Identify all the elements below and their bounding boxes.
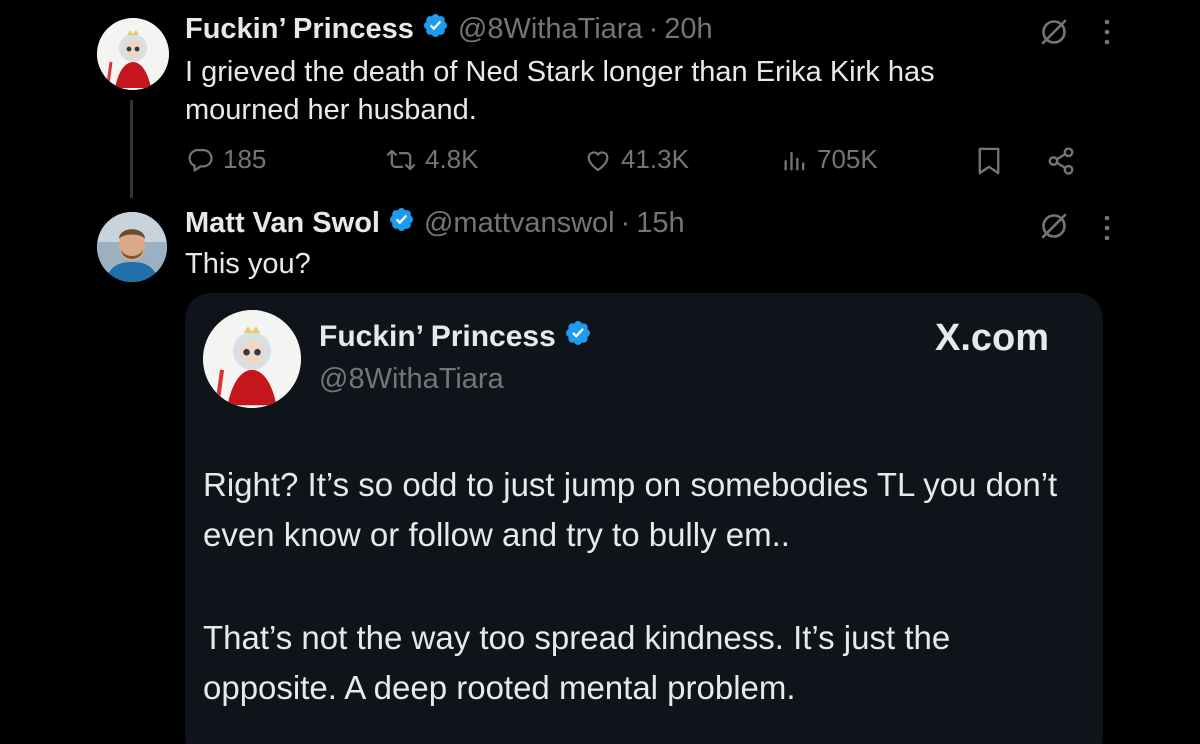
views-icon <box>784 151 805 170</box>
author-name[interactable]: Matt Van Swol <box>185 207 380 240</box>
more-icon[interactable] <box>1100 212 1114 244</box>
avatar <box>203 310 301 408</box>
separator: · <box>648 12 659 45</box>
share-icon[interactable] <box>1046 146 1076 176</box>
princess-avatar-image <box>97 18 169 90</box>
author-handle[interactable]: @mattvanswol <box>424 207 615 240</box>
post2-header: Matt Van Swol @mattvanswol · 15h <box>185 204 685 242</box>
like-count: 41.3K <box>621 144 689 174</box>
reply-count: 185 <box>223 144 267 174</box>
avatar[interactable] <box>97 18 169 90</box>
verified-icon <box>422 12 449 47</box>
bookmark-icon[interactable] <box>976 146 1002 176</box>
quoted-post-card[interactable]: Fuckin’ Princess @8WithaTiara X.com Righ… <box>185 293 1103 744</box>
separator: · <box>620 206 631 239</box>
verified-icon <box>564 319 592 355</box>
reply-icon <box>188 148 213 172</box>
timestamp[interactable]: 20h <box>664 13 712 46</box>
matt-avatar-image <box>97 212 167 282</box>
view-count: 705K <box>817 144 878 174</box>
thread-view: Fuckin’ Princess @8WithaTiara · 20h I gr… <box>0 0 1200 744</box>
more-icon[interactable] <box>1100 16 1114 48</box>
author-name: Fuckin’ Princess <box>319 320 556 353</box>
post1-header: Fuckin’ Princess @8WithaTiara · 20h <box>185 10 713 48</box>
post1-text: I grieved the death of Ned Stark longer … <box>185 56 935 126</box>
quote-header: Fuckin’ Princess <box>319 317 592 357</box>
reply-button[interactable]: 185 <box>187 144 266 175</box>
quote-paragraph: That’s not the way too spread kindness. … <box>203 619 951 706</box>
avatar[interactable] <box>97 212 167 282</box>
verified-icon <box>388 206 415 241</box>
like-button[interactable]: 41.3K <box>583 144 689 175</box>
author-handle: @8WithaTiara <box>319 363 504 395</box>
repost-icon <box>386 149 416 170</box>
quote-paragraph: Right? It’s so odd to just jump on someb… <box>203 466 1058 553</box>
grok-icon[interactable] <box>1038 16 1070 48</box>
author-name[interactable]: Fuckin’ Princess <box>185 13 414 46</box>
princess-avatar-image <box>203 310 301 408</box>
timestamp[interactable]: 15h <box>636 207 684 240</box>
repost-count: 4.8K <box>425 144 479 174</box>
thread-connector <box>130 100 133 198</box>
like-icon <box>587 150 609 171</box>
grok-icon[interactable] <box>1038 210 1070 242</box>
author-handle[interactable]: @8WithaTiara <box>458 13 643 46</box>
repost-button[interactable]: 4.8K <box>385 144 479 175</box>
post2-text: This you? <box>185 248 311 280</box>
views-button[interactable]: 705K <box>781 144 878 175</box>
site-label: X.com <box>935 317 1050 359</box>
